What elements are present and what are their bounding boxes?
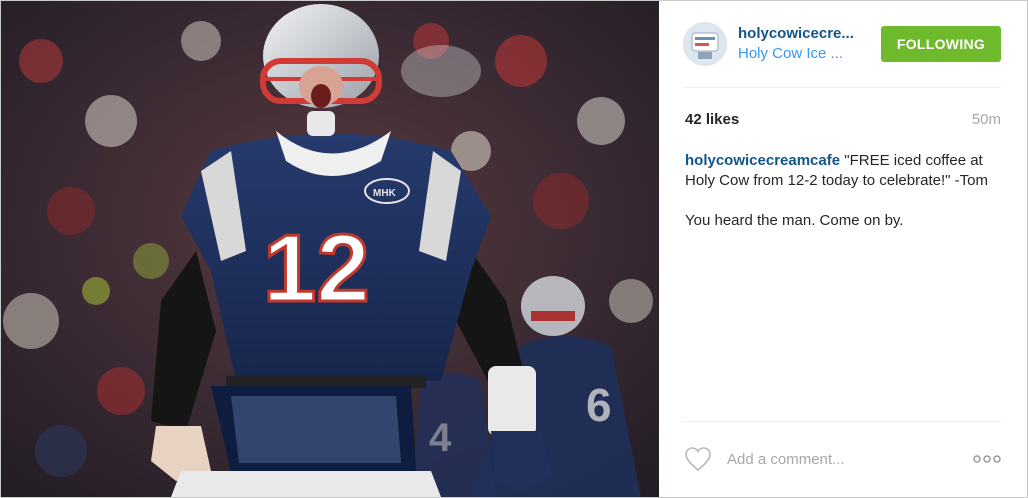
caption-first-paragraph: holycowicecreamcafe "FREE iced coffee at… — [685, 151, 1005, 191]
header-divider — [683, 87, 1001, 88]
following-button[interactable]: FOLLOWING — [881, 26, 1001, 62]
post-photo[interactable]: 6 4 MHK 12 — [1, 1, 659, 497]
svg-text:4: 4 — [429, 416, 452, 460]
post-caption: holycowicecreamcafe "FREE iced coffee at… — [685, 151, 1005, 231]
comment-input[interactable] — [727, 449, 947, 469]
avatar[interactable] — [683, 22, 727, 66]
post-header: holycowicecre... Holy Cow Ice ... FOLLOW… — [683, 20, 1001, 68]
post-timestamp[interactable]: 50m — [972, 111, 1001, 128]
post-stats: 42 likes 50m — [683, 111, 1001, 131]
heart-icon[interactable] — [683, 445, 713, 473]
jersey-number: 12 — [263, 215, 370, 322]
svg-text:MHK: MHK — [373, 188, 397, 199]
post-side-panel: holycowicecre... Holy Cow Ice ... FOLLOW… — [659, 1, 1027, 497]
instagram-post: 6 4 MHK 12 holycowicecre... Holy Cow Ice… — [0, 0, 1028, 498]
footer-divider — [683, 421, 1001, 422]
more-options-icon[interactable] — [973, 453, 1001, 465]
shop-logo-icon — [684, 23, 726, 65]
caption-second-paragraph: You heard the man. Come on by. — [685, 212, 904, 229]
username-link[interactable]: holycowicecre... — [738, 25, 878, 42]
svg-text:6: 6 — [586, 379, 612, 431]
player-photo-illustration: 6 4 MHK 12 — [1, 1, 659, 497]
caption-author-link[interactable]: holycowicecreamcafe — [685, 152, 840, 169]
post-footer — [683, 443, 1001, 477]
location-link[interactable]: Holy Cow Ice ... — [738, 45, 878, 62]
likes-count[interactable]: 42 likes — [685, 111, 739, 128]
